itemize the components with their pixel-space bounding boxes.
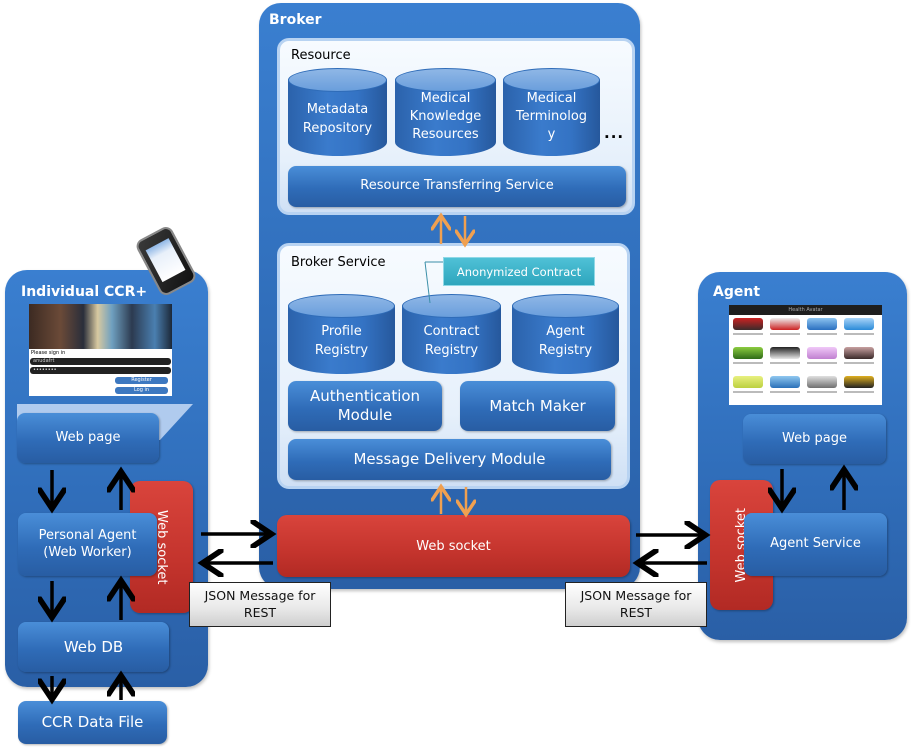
agent-registry-store: Agent Registry [512, 294, 619, 374]
app-icon[interactable] [807, 347, 837, 359]
banner-image [29, 304, 172, 349]
broker-web-socket: Web socket [277, 515, 630, 577]
app-icon-caption [733, 362, 763, 364]
sign-in-prompt: Please sign in [31, 350, 66, 356]
app-icon[interactable] [733, 318, 763, 330]
login-button[interactable]: Log in [115, 387, 168, 394]
web-db-module: Web DB [18, 622, 169, 672]
json-message-label-left: JSON Message for REST [189, 582, 331, 627]
medical-terminology-store: Medical Terminolog y [503, 68, 600, 156]
username-field[interactable]: anudafrt [30, 358, 171, 365]
resource-title: Resource [291, 48, 351, 63]
agent-web-page: Web page [743, 414, 886, 464]
app-icon-caption [770, 333, 800, 335]
app-icon-caption [807, 362, 837, 364]
app-icon-grid [733, 318, 881, 404]
app-icon-caption [770, 391, 800, 393]
app-icon-caption [733, 391, 763, 393]
app-icon[interactable] [844, 376, 874, 388]
login-screenshot: Please sign in anudafrt •••••••• Registe… [29, 304, 172, 396]
app-icon[interactable] [844, 318, 874, 330]
contract-registry-store: Contract Registry [402, 294, 501, 374]
app-icon[interactable] [733, 347, 763, 359]
app-icon-caption [844, 362, 874, 364]
app-icon[interactable] [807, 318, 837, 330]
app-icon[interactable] [807, 376, 837, 388]
medical-knowledge-store: Medical Knowledge Resources [395, 68, 496, 156]
app-icon[interactable] [770, 376, 800, 388]
broker-service-title: Broker Service [291, 255, 386, 270]
broker-title: Broker [269, 12, 322, 28]
personal-agent-module: Personal Agent (Web Worker) [18, 513, 157, 576]
more-stores-ellipsis: ... [604, 124, 625, 142]
match-maker-module: Match Maker [460, 381, 615, 431]
anonymized-contract-callout: Anonymized Contract [443, 257, 595, 286]
app-title-bar: Health Avatar [729, 305, 882, 315]
app-grid-screenshot: Health Avatar [729, 305, 882, 405]
app-icon-caption [733, 333, 763, 335]
message-delivery-module: Message Delivery Module [288, 439, 611, 480]
app-icon-caption [807, 333, 837, 335]
register-button[interactable]: Register [115, 377, 168, 384]
agent-service-module: Agent Service [744, 513, 887, 576]
app-icon-caption [844, 333, 874, 335]
app-icon[interactable] [733, 376, 763, 388]
individual-web-page: Web page [17, 413, 159, 463]
password-field[interactable]: •••••••• [30, 367, 171, 374]
app-icon[interactable] [770, 318, 800, 330]
agent-title: Agent [713, 284, 761, 300]
individual-ccr-title: Individual CCR+ [21, 284, 148, 300]
resource-transferring-service: Resource Transferring Service [288, 166, 626, 207]
app-icon-caption [844, 391, 874, 393]
app-icon[interactable] [770, 347, 800, 359]
authentication-module: Authentication Module [288, 381, 442, 431]
profile-registry-store: Profile Registry [288, 294, 395, 374]
app-icon[interactable] [844, 347, 874, 359]
app-icon-caption [807, 391, 837, 393]
app-icon-caption [770, 362, 800, 364]
ccr-data-file: CCR Data File [18, 701, 167, 744]
json-message-label-right: JSON Message for REST [565, 582, 707, 627]
metadata-repository-store: Metadata Repository [288, 68, 387, 156]
